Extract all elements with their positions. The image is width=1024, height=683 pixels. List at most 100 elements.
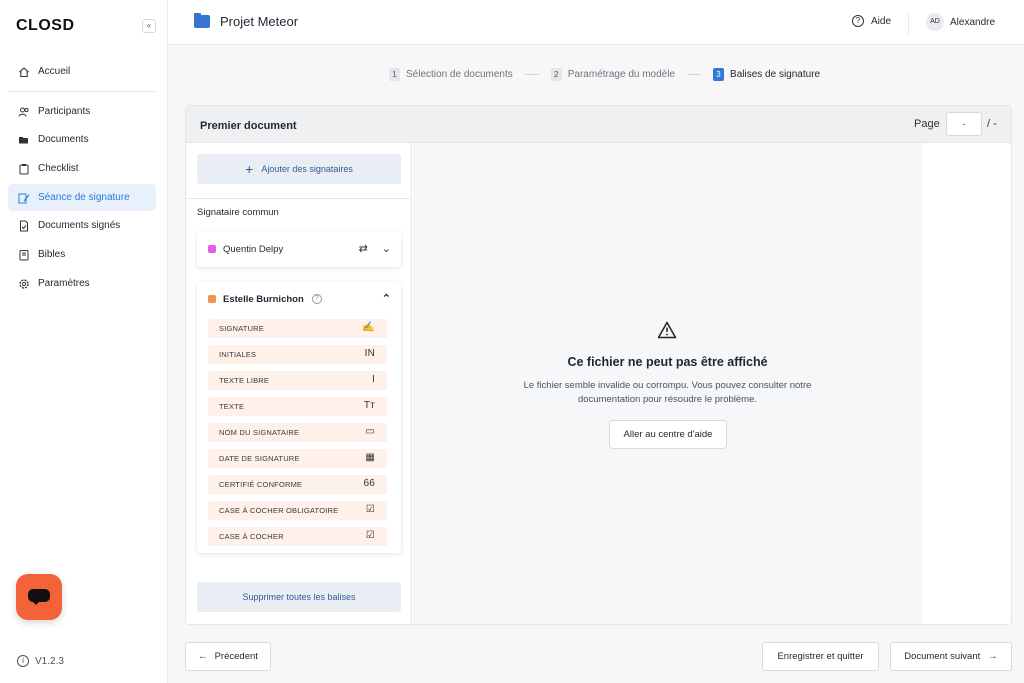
sidebar-item-checklist[interactable]: Checklist	[8, 155, 156, 182]
sidebar-item-participants[interactable]: Participants	[8, 98, 156, 125]
sidebar-item-label: Checklist	[38, 163, 79, 174]
chat-support-button[interactable]	[16, 574, 62, 620]
avatar: AD	[926, 13, 944, 31]
quote-icon: 66	[363, 478, 375, 489]
next-document-button[interactable]: Document suivant →	[890, 642, 1012, 671]
tag-label: CASE À COCHER OBLIGATOIRE	[219, 506, 339, 515]
calendar-icon: ▦	[365, 452, 375, 463]
step-balises-signature[interactable]: 3 Balises de signature	[713, 68, 820, 81]
swap-icon[interactable]: ⇄	[359, 242, 368, 255]
home-icon	[18, 66, 30, 78]
signed-document-icon	[18, 220, 30, 232]
user-menu[interactable]: AD Alexandre	[926, 13, 995, 31]
help-circle-icon[interactable]: ?	[311, 294, 322, 304]
common-signer-label: Signataire commun	[197, 207, 279, 218]
text-format-icon: Tт	[363, 400, 375, 411]
page-number-input[interactable]: -	[946, 112, 982, 136]
tag-label: TEXTE LIBRE	[219, 376, 270, 385]
gear-icon	[18, 278, 30, 290]
tag-label: NOM DU SIGNATAIRE	[219, 428, 300, 437]
save-and-quit-button[interactable]: Enregistrer et quitter	[762, 642, 879, 671]
tag-label: SIGNATURE	[219, 324, 264, 333]
tag-texte-libre[interactable]: TEXTE LIBRE I	[208, 371, 387, 390]
project-title: Projet Meteor	[194, 13, 298, 29]
logo: CLOSD	[16, 17, 75, 34]
sidebar-item-label: Documents signés	[38, 220, 121, 231]
signer-card-collapsed[interactable]: Quentin Delpy ⇄ ⌄	[197, 231, 401, 267]
divider	[186, 198, 412, 199]
chat-bubble-icon	[28, 589, 50, 605]
tag-label: CERTIFIÉ CONFORME	[219, 480, 303, 489]
stepper: 1 Sélection de documents 2 Paramétrage d…	[389, 68, 820, 81]
sidebar-item-bibles[interactable]: Bibles	[8, 241, 156, 268]
tag-case-a-cocher[interactable]: CASE À COCHER ☑	[208, 527, 387, 546]
page-total: / -	[987, 118, 997, 130]
error-line: documentation pour résoudre le problème.	[577, 394, 758, 405]
signers-column: + Ajouter des signataires Signataire com…	[186, 143, 412, 624]
tag-certifie-conforme[interactable]: CERTIFIÉ CONFORME 66	[208, 475, 387, 494]
signer-name: Estelle Burnichon	[223, 293, 304, 305]
tag-signature[interactable]: SIGNATURE ✍	[208, 319, 387, 338]
chevron-up-icon[interactable]: ⌃	[382, 292, 391, 305]
tag-label: CASE À COCHER	[219, 532, 284, 541]
sidebar-item-accueil[interactable]: Accueil	[8, 58, 156, 85]
checkbox-icon: ☑	[365, 504, 375, 515]
tag-date-de-signature[interactable]: DATE DE SIGNATURE ▦	[208, 449, 387, 468]
step-number: 3	[713, 68, 725, 81]
sidebar-item-documents[interactable]: Documents	[8, 126, 156, 153]
step-number: 1	[389, 68, 400, 81]
remove-all-tags-button[interactable]: Supprimer toutes les balises	[197, 582, 401, 612]
add-signers-label: Ajouter des signataires	[261, 164, 353, 174]
signer-card-header: Quentin Delpy ⇄ ⌄	[197, 231, 401, 267]
help-center-button[interactable]: Aller au centre d'aide	[609, 420, 727, 449]
info-icon: i	[17, 655, 29, 667]
id-card-icon: ▭	[365, 426, 375, 437]
folder-open-icon	[18, 134, 30, 146]
help-link[interactable]: ? Aide	[852, 15, 891, 27]
app-root: CLOSD « Accueil Participants Documents C…	[0, 0, 1024, 683]
tag-initiales[interactable]: INITIALES IN	[208, 345, 387, 364]
signer-color-dot	[208, 295, 216, 303]
next-document-label: Document suivant	[904, 651, 981, 662]
clipboard-icon	[18, 163, 30, 175]
chevron-down-icon[interactable]: ⌄	[382, 242, 391, 255]
step-parametrage-modele[interactable]: 2 Paramétrage du modèle	[550, 68, 675, 81]
add-signers-button[interactable]: + Ajouter des signataires	[197, 154, 401, 184]
tag-case-a-cocher-obligatoire[interactable]: CASE À COCHER OBLIGATOIRE ☑	[208, 501, 387, 520]
step-connector	[687, 74, 702, 75]
checkbox-icon: ☑	[365, 530, 375, 541]
step-label: Balises de signature	[730, 69, 821, 80]
sidebar-item-label: Participants	[38, 106, 91, 117]
sidebar-item-label: Paramètres	[38, 278, 90, 289]
text-cursor-icon: I	[372, 374, 375, 385]
header-divider	[908, 12, 909, 34]
tag-label: TEXTE	[219, 402, 245, 411]
sidebar-item-documents-signes[interactable]: Documents signés	[8, 212, 156, 239]
page-label: Page	[914, 118, 940, 130]
error-message: Le fichier semble invalide ou corrompu. …	[413, 379, 922, 407]
signer-card-header[interactable]: Estelle Burnichon ? ⌃	[197, 281, 401, 317]
help-label: Aide	[871, 15, 892, 27]
previous-label: Précedent	[214, 651, 258, 662]
initials-icon: IN	[364, 348, 375, 359]
tag-nom-du-signataire[interactable]: NOM DU SIGNATAIRE ▭	[208, 423, 387, 442]
signer-color-dot	[208, 245, 216, 253]
step-selection-documents[interactable]: 1 Sélection de documents	[389, 68, 513, 81]
document-panel: Premier document Page - / - + Ajouter de…	[185, 105, 1012, 625]
step-number: 2	[550, 68, 562, 81]
previous-button[interactable]: ← Précedent	[185, 642, 271, 671]
sidebar-item-seance-de-signature[interactable]: Séance de signature	[8, 184, 156, 211]
panel-header: Premier document Page - / -	[186, 106, 1011, 143]
sidebar-divider	[8, 91, 156, 92]
signature-icon: ✍	[362, 322, 375, 333]
document-viewer: Ce fichier ne peut pas être affiché Le f…	[413, 143, 922, 624]
sidebar-item-parametres[interactable]: Paramètres	[8, 270, 156, 297]
top-header: Projet Meteor ? Aide AD Alexandre	[168, 0, 1024, 45]
error-title: Ce fichier ne peut pas être affiché	[567, 355, 768, 369]
plus-icon: +	[245, 161, 254, 177]
tag-texte[interactable]: TEXTE Tт	[208, 397, 387, 416]
step-label: Sélection de documents	[406, 69, 513, 80]
collapse-sidebar-button[interactable]: «	[142, 19, 156, 33]
document-title: Premier document	[200, 120, 297, 132]
sidebar-item-label: Accueil	[38, 66, 71, 77]
